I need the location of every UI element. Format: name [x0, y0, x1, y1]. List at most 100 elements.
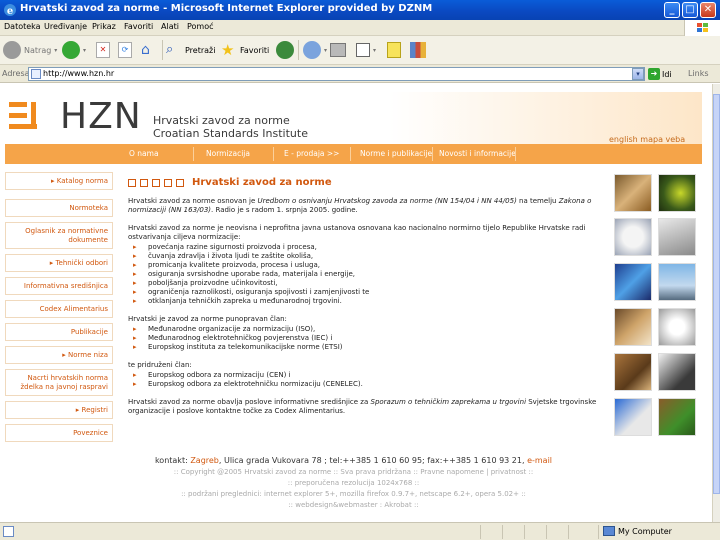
list-item: Europskog instituta za telekomunikacijsk… [128, 343, 600, 352]
content-title: Hrvatski zavod za norme [192, 177, 332, 188]
list-item: povećanja razine sigurnosti proizvoda i … [128, 243, 600, 252]
square-icon [164, 178, 172, 187]
header-links[interactable]: english mapa veba [609, 135, 685, 144]
menu-edit[interactable]: Uređivanje [44, 22, 87, 31]
nav-normizacija[interactable]: Normizacija [206, 149, 250, 158]
mail-button[interactable]: ▾ [303, 40, 327, 60]
edit-icon [356, 43, 370, 57]
back-button[interactable]: Natrag ▾ [3, 40, 57, 60]
menu-file[interactable]: Datoteka [4, 22, 41, 31]
sidebar-item-oglasnik[interactable]: Oglasnik za normativne dokumente [5, 222, 113, 249]
maximize-button[interactable]: □ [682, 2, 698, 18]
windows-logo-icon [684, 20, 720, 36]
sporazum-link[interactable]: Sporazum o tehničkim zaprekama u trgovin… [371, 398, 527, 406]
edit-button[interactable]: ▾ [356, 40, 376, 60]
wto-text: Hrvatski zavod za norme obavlja poslove … [128, 398, 371, 406]
goals-list: povećanja razine sigurnosti proizvoda i … [128, 243, 600, 306]
links-button[interactable]: Links [688, 69, 709, 78]
menu-favorites[interactable]: Favoriti [124, 22, 153, 31]
contact-city-link[interactable]: Zagreb [190, 456, 219, 465]
history-icon [276, 41, 294, 59]
uredba-link[interactable]: Uredbom o osnivanju Hrvatskog zavoda za … [257, 197, 516, 205]
photo-camera [658, 308, 696, 346]
list-item: Europskog odbora za elektrotehničku norm… [128, 380, 600, 389]
sidebar-item-katalog-norma[interactable]: ▸ Katalog norma [5, 172, 113, 190]
sidebar-item-nacrti[interactable]: Nacrti hrvatskih norma ždelka na javnoj … [5, 369, 113, 396]
nav-o-nama[interactable]: O nama [129, 149, 159, 158]
list-item: otklanjanja tehničkih zapreka u međunaro… [128, 297, 600, 306]
refresh-button[interactable]: ⟳ [118, 40, 132, 60]
minimize-button[interactable]: _ [664, 2, 680, 18]
associate-paragraph: te pridruženi član: [128, 361, 192, 369]
site-logo-text: HZN [60, 96, 142, 137]
mission-paragraph: Hrvatski zavod za norme je neovisna i ne… [128, 224, 586, 241]
contact-details: , Ulica grada Vukovara 78 ; tel:++385 1 … [218, 456, 528, 465]
menu-tools[interactable]: Alati [161, 22, 179, 31]
sidebar-item-codex[interactable]: Codex Alimentarius [5, 300, 113, 318]
hzn-logo-icon [9, 102, 37, 129]
menu-help[interactable]: Pomoć [187, 22, 214, 31]
sidebar-item-registri[interactable]: ▸ Registri [5, 401, 113, 419]
email-link[interactable]: e-mail [527, 456, 552, 465]
footer-webdesign: :: webdesign&webmaster : Akrobat :: [288, 501, 419, 509]
associate-list: Europskog odbora za normizaciju (CEN) iE… [128, 371, 600, 389]
print-button[interactable] [330, 40, 346, 60]
sidebar-item-normoteka[interactable]: Normoteka [5, 199, 113, 217]
close-button[interactable]: ✕ [700, 2, 716, 18]
scrollbar-thumb[interactable] [713, 94, 720, 494]
stop-icon: ✕ [96, 42, 110, 58]
sidebar: ▸ Katalog norma Normoteka Oglasnik za no… [5, 172, 113, 447]
ie-icon: e [4, 4, 16, 17]
forward-arrow-icon [62, 41, 80, 59]
intro-text: na temelju [516, 197, 559, 205]
nav-e-prodaja[interactable]: E - prodaja >> [284, 149, 339, 158]
sidebar-item-poveznice[interactable]: Poveznice [5, 424, 113, 442]
favorites-button[interactable]: ★ Favoriti [221, 40, 269, 60]
wto-paragraph: Hrvatski zavod za norme obavlja poslove … [128, 398, 600, 416]
sidebar-item-informativna-sredisnjica[interactable]: Informativna središnjica [5, 277, 113, 295]
search-button[interactable]: ⌕ Pretraži [166, 40, 215, 60]
square-icon [140, 178, 148, 187]
research-icon [410, 42, 426, 58]
nav-norme-publikacije[interactable]: Norme i publikacije [360, 149, 432, 158]
sidebar-item-tehnicki-odbori[interactable]: ▸ Tehnički odbori [5, 254, 113, 272]
forward-button[interactable]: ▾ [62, 40, 86, 60]
menu-view[interactable]: Prikaz [92, 22, 116, 31]
star-icon: ★ [221, 41, 235, 59]
home-button[interactable]: ⌂ [141, 40, 157, 60]
print-icon [330, 43, 346, 57]
nav-novosti[interactable]: Novosti i informacije [439, 149, 516, 158]
menu-bar: Datoteka Uređivanje Prikaz Favoriti Alat… [0, 20, 720, 36]
go-arrow-icon: ➜ [648, 68, 660, 80]
vertical-scrollbar[interactable] [712, 84, 720, 522]
site-name-en: Croatian Standards Institute [153, 127, 308, 140]
content-heading: Hrvatski zavod za norme [128, 177, 600, 188]
address-dropdown-icon[interactable]: ▾ [632, 68, 644, 80]
go-label: Idi [662, 69, 672, 79]
sidebar-item-norme-niza[interactable]: ▸ Norme niza [5, 346, 113, 364]
photo-electronics [614, 263, 652, 301]
site-name: Hrvatski zavod za norme Croatian Standar… [153, 114, 308, 140]
list-item: Međunarodnog elektrotehničkog povjerenst… [128, 334, 600, 343]
discuss-button[interactable] [387, 40, 401, 60]
search-icon: ⌕ [166, 42, 174, 57]
stop-button[interactable]: ✕ [96, 40, 110, 60]
list-item: ograničenja raznolikosti, osiguranja spo… [128, 288, 600, 297]
window-title: Hrvatski zavod za norme - Microsoft Inte… [20, 3, 433, 14]
back-arrow-icon [3, 41, 21, 59]
photo-mechanics [658, 218, 696, 256]
research-button[interactable] [410, 40, 426, 60]
history-button[interactable] [276, 40, 294, 60]
go-button[interactable]: ➜ Idi [648, 68, 672, 80]
list-item: promicanja kvalitete proizvoda, procesa … [128, 261, 600, 270]
footer-browsers: :: podržani preglednici: internet explor… [181, 490, 526, 498]
address-input[interactable]: http://www.hzn.hr [28, 67, 645, 81]
square-icon [152, 178, 160, 187]
my-computer-icon [603, 526, 615, 536]
sidebar-item-publikacije[interactable]: Publikacije [5, 323, 113, 341]
main-content: Hrvatski zavod za norme Hrvatski zavod z… [128, 172, 600, 416]
square-icon [176, 178, 184, 187]
list-item: osiguranja svrsishodne uporabe rada, mat… [128, 270, 600, 279]
photo-hands [614, 308, 652, 346]
photo-doctor [614, 398, 652, 436]
